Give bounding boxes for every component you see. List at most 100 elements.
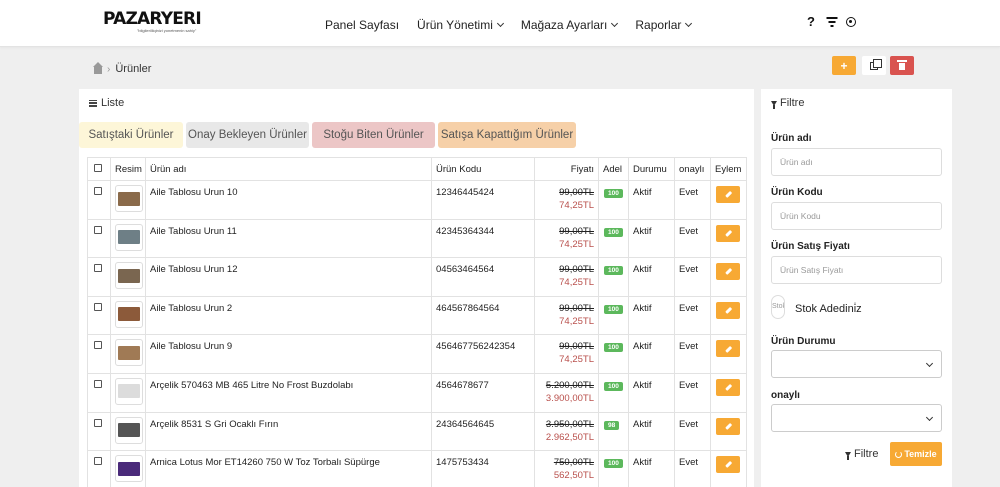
select-all-checkbox[interactable] — [94, 163, 102, 172]
product-image — [118, 191, 140, 206]
table-row: Aile Tablosu Urun 11 42345364344 99,00TL 74… — [87, 218, 747, 259]
row-checkbox[interactable] — [94, 264, 102, 273]
row-checkbox[interactable] — [94, 457, 102, 466]
product-thumbnail[interactable] — [115, 377, 143, 405]
row-image-cell — [110, 295, 146, 336]
product-table: Resim Ürün adı Ürün Kodu Fiyatı Adel Dur… — [87, 157, 747, 487]
col-durumu[interactable]: Durumu — [628, 157, 675, 181]
product-thumbnail[interactable] — [115, 185, 143, 212]
chevron-down-icon — [685, 19, 693, 28]
approved-cell: Evet — [674, 372, 711, 413]
price-cell: 99,00TL 74,25TL — [534, 180, 599, 220]
filter-lines-icon[interactable] — [826, 17, 837, 27]
product-image — [118, 423, 140, 438]
row-checkbox[interactable] — [94, 225, 102, 234]
product-code: 1475753434 — [431, 450, 535, 487]
product-list-panel: Liste Satıştaki Ürünler Onay Bekleyen Ür… — [79, 89, 754, 487]
urun-durumu-select[interactable] — [771, 350, 942, 378]
product-code: 42345364344 — [431, 218, 535, 259]
language-globe-icon[interactable] — [846, 16, 856, 27]
tab-satisa-kapattigim-urunler[interactable]: Satışa Kapattığım Ürünler — [438, 122, 576, 148]
row-select-cell — [87, 334, 111, 374]
action-cell — [710, 295, 747, 336]
row-checkbox[interactable] — [94, 302, 102, 311]
product-thumbnail[interactable] — [115, 223, 143, 251]
col-urun-kodu[interactable]: Ürün Kodu — [431, 157, 535, 181]
clear-button[interactable]: Temizle — [890, 442, 942, 466]
row-select-cell — [87, 411, 111, 452]
product-image — [118, 268, 140, 283]
stock-cell: 100 — [598, 450, 629, 487]
edit-button[interactable] — [716, 224, 740, 242]
urun-adi-input[interactable]: Ürün adı — [771, 148, 942, 176]
price-old: 750,00TL — [553, 457, 594, 469]
price-cell: 99,00TL 74,25TL — [534, 334, 599, 374]
col-fiyati[interactable]: Fiyatı — [534, 157, 599, 181]
col-adel[interactable]: Adel — [598, 157, 629, 181]
product-name: Aile Tablosu Urun 11 — [145, 218, 432, 259]
table-header-row: Resim Ürün adı Ürün Kodu Fiyatı Adel Dur… — [87, 157, 747, 181]
urun-kodu-input[interactable]: Ürün Kodu — [771, 202, 942, 230]
help-icon[interactable]: ? — [805, 14, 817, 29]
copy-button[interactable] — [862, 56, 886, 75]
product-thumbnail[interactable] — [115, 339, 143, 367]
top-icons: ? — [805, 14, 856, 29]
delete-button[interactable] — [890, 56, 914, 75]
product-thumbnail[interactable] — [115, 416, 143, 444]
status-cell: Aktif — [628, 450, 675, 487]
approved-cell: Evet — [674, 411, 711, 452]
select-all-cell — [87, 157, 111, 181]
stock-badge: 100 — [604, 381, 623, 391]
edit-button[interactable] — [716, 378, 740, 396]
onayli-select[interactable] — [771, 404, 942, 432]
urun-satis-fiyati-input[interactable]: Ürün Satış Fiyatı — [771, 256, 942, 284]
col-onayli[interactable]: onaylı — [674, 157, 711, 181]
edit-button[interactable] — [716, 340, 740, 358]
status-cell: Aktif — [628, 218, 675, 259]
col-urun-adi[interactable]: Ürün adı — [145, 157, 432, 181]
row-image-cell — [110, 180, 146, 220]
home-icon[interactable] — [93, 61, 103, 74]
price-new: 562,50TL — [553, 470, 594, 482]
product-image — [118, 345, 140, 360]
tab-onay-bekleyen-urunler[interactable]: Onay Bekleyen Ürünler — [186, 122, 309, 148]
price-new: 74,25TL — [559, 315, 594, 327]
brand-logo[interactable]: PAZARYERI "bilgilerilliqinizi yonetmenin… — [103, 11, 202, 34]
price-cell: 750,00TL 562,50TL — [534, 450, 599, 487]
action-cell — [710, 334, 747, 374]
price-old: 5.200,00TL — [545, 379, 594, 391]
price-cell: 99,00TL 74,25TL — [534, 257, 599, 297]
edit-button[interactable] — [716, 456, 740, 474]
breadcrumb-separator: › — [107, 63, 111, 75]
nav-urun-yonetimi[interactable]: Ürün Yönetimi — [417, 18, 504, 32]
stok-input[interactable]: Stok — [771, 295, 785, 319]
nav-label: Ürün Yönetimi — [417, 18, 493, 32]
product-thumbnail[interactable] — [115, 455, 143, 483]
row-checkbox[interactable] — [94, 341, 102, 350]
edit-button[interactable] — [716, 263, 740, 281]
nav-magaza-ayarlari[interactable]: Mağaza Ayarları — [521, 18, 619, 32]
row-checkbox[interactable] — [94, 187, 102, 195]
edit-button[interactable] — [716, 301, 740, 319]
trash-icon — [897, 60, 907, 70]
pencil-icon — [724, 306, 732, 314]
action-cell — [710, 372, 747, 413]
row-checkbox[interactable] — [94, 379, 102, 388]
product-thumbnail[interactable] — [115, 300, 143, 328]
price-cell: 5.200,00TL 3.900,00TL — [534, 372, 599, 413]
stok-adedi-label: Stok Adedini̇z — [795, 303, 862, 315]
nav-raporlar[interactable]: Raporlar — [635, 18, 693, 32]
tab-stogu-biten-urunler[interactable]: Stoğu Biten Ürünler — [312, 122, 435, 148]
price-new: 74,25TL — [559, 238, 594, 250]
add-product-button[interactable]: + — [832, 56, 856, 75]
row-checkbox[interactable] — [94, 418, 102, 427]
tab-satistaki-urunler[interactable]: Satıştaki Ürünler — [79, 122, 183, 148]
product-thumbnail[interactable] — [115, 262, 143, 290]
edit-button[interactable] — [716, 417, 740, 435]
edit-button[interactable] — [716, 186, 740, 203]
price-cell: 3.950,00TL 2.962,50TL — [534, 411, 599, 452]
stock-cell: 100 — [598, 334, 629, 374]
product-name: Aile Tablosu Urun 12 — [145, 257, 432, 297]
nav-panel-sayfasi[interactable]: Panel Sayfası — [325, 18, 399, 32]
filter-button[interactable]: Filtre — [845, 448, 878, 460]
